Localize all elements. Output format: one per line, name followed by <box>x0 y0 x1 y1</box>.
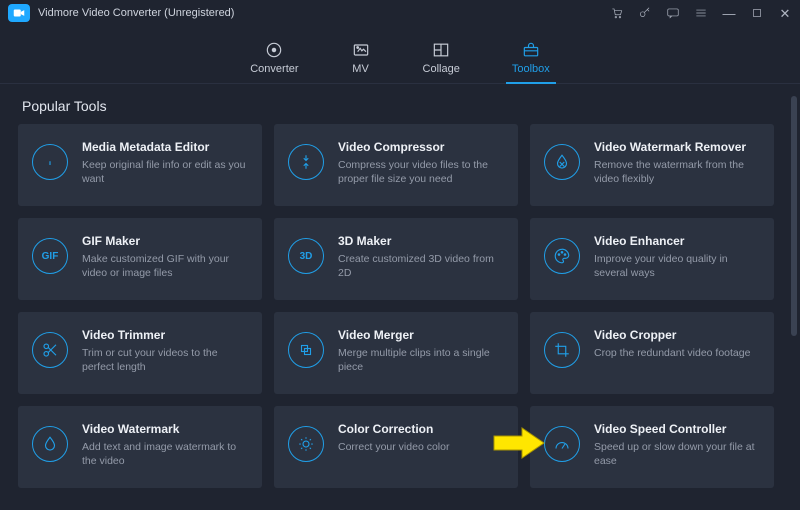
tool-card[interactable]: Video Enhancer Improve your video quality… <box>530 218 774 300</box>
gauge-icon <box>544 426 580 462</box>
tool-description: Keep original file info or edit as you w… <box>82 158 248 186</box>
tool-body: Media Metadata Editor Keep original file … <box>82 140 248 190</box>
nav-label: Collage <box>423 63 460 75</box>
close-icon[interactable]: ✕ <box>778 6 792 20</box>
mv-icon <box>351 41 371 59</box>
nav-mv[interactable]: MV <box>351 41 371 83</box>
merge-icon <box>288 332 324 368</box>
tool-card[interactable]: Video Trimmer Trim or cut your videos to … <box>18 312 262 394</box>
droplet-icon <box>32 426 68 462</box>
nav-converter[interactable]: Converter <box>250 41 298 83</box>
nav-label: MV <box>352 63 369 75</box>
tool-body: Video Watermark Add text and image waterm… <box>82 422 248 472</box>
tool-description: Trim or cut your videos to the perfect l… <box>82 346 248 374</box>
sun-icon <box>288 426 324 462</box>
section-title: Popular Tools <box>22 98 782 114</box>
app-logo <box>8 4 30 22</box>
tool-description: Remove the watermark from the video flex… <box>594 158 760 186</box>
tool-description: Speed up or slow down your file at ease <box>594 440 760 468</box>
tool-description: Merge multiple clips into a single piece <box>338 346 504 374</box>
content-area: Popular Tools Media Metadata Editor Keep … <box>0 84 800 510</box>
tool-body: Video Speed Controller Speed up or slow d… <box>594 422 760 472</box>
tools-grid: Media Metadata Editor Keep original file … <box>18 124 782 488</box>
tool-body: Video Merger Merge multiple clips into a … <box>338 328 504 378</box>
main-nav: Converter MV Collage Toolbox <box>0 26 800 84</box>
menu-icon[interactable] <box>694 6 708 20</box>
tool-title: Video Compressor <box>338 140 504 154</box>
collage-icon <box>431 41 451 59</box>
tool-card[interactable]: Color Correction Correct your video color <box>274 406 518 488</box>
tool-body: Video Cropper Crop the redundant video fo… <box>594 328 750 378</box>
3d-icon: 3D <box>288 238 324 274</box>
tool-card[interactable]: Video Watermark Remover Remove the waterm… <box>530 124 774 206</box>
info-icon <box>32 144 68 180</box>
toolbox-icon <box>521 41 541 59</box>
tool-title: Media Metadata Editor <box>82 140 248 154</box>
scissors-icon <box>32 332 68 368</box>
tool-body: GIF Maker Make customized GIF with your v… <box>82 234 248 284</box>
palette-icon <box>544 238 580 274</box>
tool-description: Create customized 3D video from 2D <box>338 252 504 280</box>
tool-card[interactable]: Video Speed Controller Speed up or slow d… <box>530 406 774 488</box>
tool-card[interactable]: 3D 3D Maker Create customized 3D video fro… <box>274 218 518 300</box>
tool-description: Compress your video files to the proper … <box>338 158 504 186</box>
tool-body: Video Trimmer Trim or cut your videos to … <box>82 328 248 378</box>
tool-card[interactable]: Video Merger Merge multiple clips into a … <box>274 312 518 394</box>
maximize-icon[interactable] <box>750 6 764 20</box>
tool-title: Video Watermark Remover <box>594 140 760 154</box>
nav-label: Toolbox <box>512 63 550 75</box>
key-icon[interactable] <box>638 6 652 20</box>
tool-title: Video Speed Controller <box>594 422 760 436</box>
tool-title: Video Enhancer <box>594 234 760 248</box>
tool-description: Correct your video color <box>338 440 449 454</box>
tool-title: Video Cropper <box>594 328 750 342</box>
tool-title: 3D Maker <box>338 234 504 248</box>
tool-description: Improve your video quality in several wa… <box>594 252 760 280</box>
tool-title: Video Merger <box>338 328 504 342</box>
tool-body: 3D Maker Create customized 3D video from … <box>338 234 504 284</box>
tool-description: Add text and image watermark to the vide… <box>82 440 248 468</box>
scrollbar-thumb[interactable] <box>791 96 797 336</box>
gif-icon: GIF <box>32 238 68 274</box>
nav-collage[interactable]: Collage <box>423 41 460 83</box>
compress-icon <box>288 144 324 180</box>
tool-card[interactable]: Video Watermark Add text and image waterm… <box>18 406 262 488</box>
tool-description: Crop the redundant video footage <box>594 346 750 360</box>
tool-card[interactable]: Media Metadata Editor Keep original file … <box>18 124 262 206</box>
tool-card[interactable]: Video Compressor Compress your video file… <box>274 124 518 206</box>
tool-title: Video Watermark <box>82 422 248 436</box>
nav-toolbox[interactable]: Toolbox <box>512 41 550 83</box>
tool-title: Color Correction <box>338 422 449 436</box>
tool-description: Make customized GIF with your video or i… <box>82 252 248 280</box>
tool-body: Video Watermark Remover Remove the waterm… <box>594 140 760 190</box>
scrollbar[interactable] <box>791 96 797 498</box>
tool-body: Color Correction Correct your video color <box>338 422 449 472</box>
crop-icon <box>544 332 580 368</box>
tool-card[interactable]: Video Cropper Crop the redundant video fo… <box>530 312 774 394</box>
tool-card[interactable]: GIF GIF Maker Make customized GIF with you… <box>18 218 262 300</box>
tool-title: Video Trimmer <box>82 328 248 342</box>
cart-icon[interactable] <box>610 6 624 20</box>
nav-label: Converter <box>250 63 298 75</box>
feedback-icon[interactable] <box>666 6 680 20</box>
droplet-x-icon <box>544 144 580 180</box>
app-title: Vidmore Video Converter (Unregistered) <box>38 7 234 19</box>
minimize-icon[interactable]: — <box>722 6 736 20</box>
converter-icon <box>264 41 284 59</box>
tool-title: GIF Maker <box>82 234 248 248</box>
tool-body: Video Enhancer Improve your video quality… <box>594 234 760 284</box>
tool-body: Video Compressor Compress your video file… <box>338 140 504 190</box>
title-bar: Vidmore Video Converter (Unregistered) —… <box>0 0 800 26</box>
